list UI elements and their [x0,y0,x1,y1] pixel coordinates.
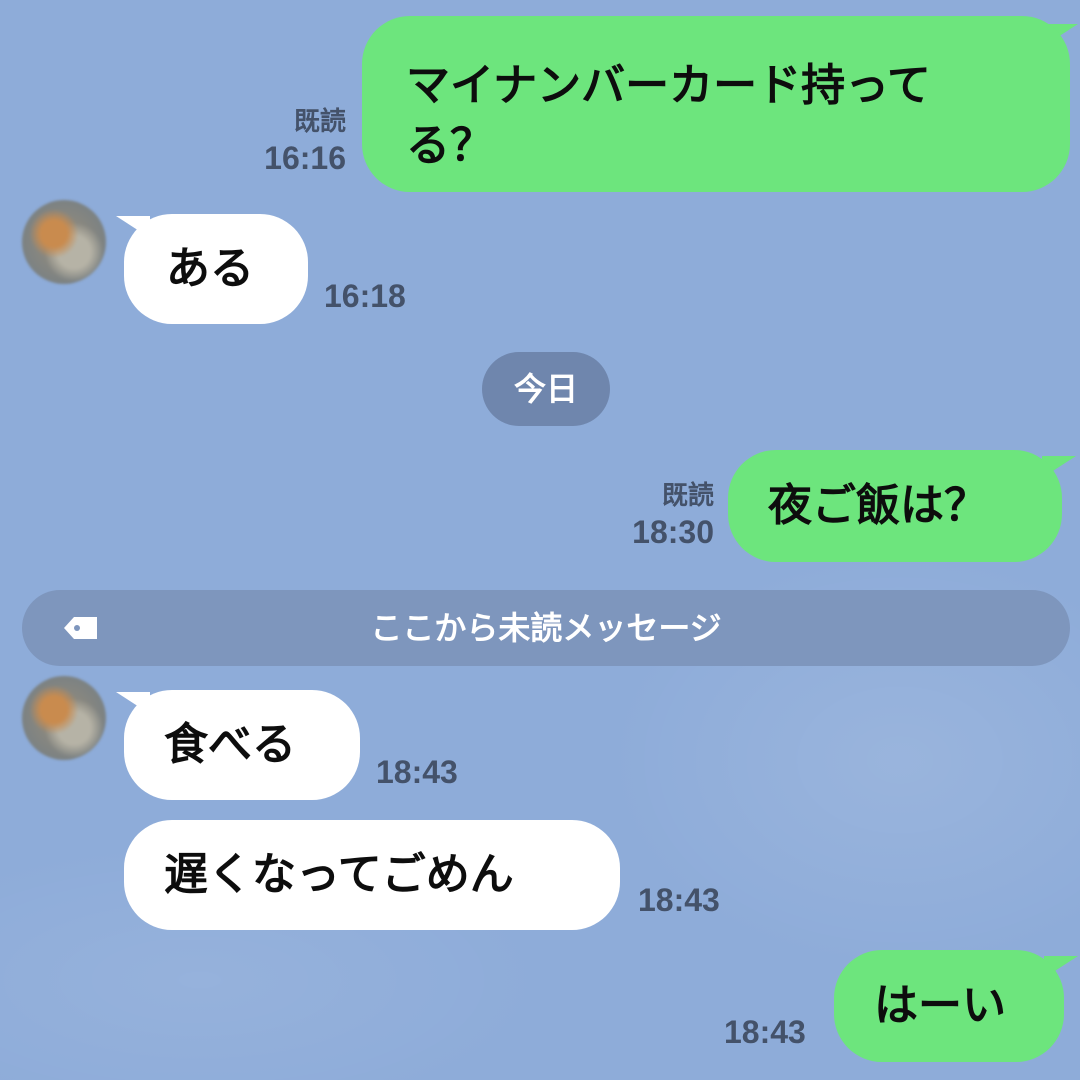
message-meta: 既読 16:16 [264,104,346,178]
unread-divider-label: ここから未読メッセージ [370,609,722,647]
message-text: 夜ご飯は？ [768,480,988,531]
message-time: 18:43 [638,882,720,918]
incoming-message-bubble[interactable]: 食べる [124,690,360,800]
message-text-line: マイナンバーカード持って [406,60,931,111]
message-time: 16:18 [324,278,406,314]
read-receipt: 既読 [661,480,714,510]
unread-messages-divider: ここから未読メッセージ [22,590,1070,666]
outgoing-message-bubble[interactable]: はーい [834,950,1064,1062]
contact-avatar[interactable] [22,676,106,760]
message-time: 18:43 [376,754,458,790]
message-time: 18:30 [632,514,714,550]
incoming-message-bubble[interactable]: 遅くなってごめん [124,820,620,930]
message-time: 16:16 [264,140,346,176]
outgoing-message-bubble[interactable]: 夜ご飯は？ [728,450,1062,562]
incoming-message-bubble[interactable]: ある [124,214,308,324]
read-receipt: 既読 [293,106,346,136]
message-text-line: る？ [406,120,494,171]
message-text: 食べる [164,719,296,770]
message-meta: 既読 18:30 [632,478,714,552]
contact-avatar[interactable] [22,200,106,284]
date-separator: 今日 [482,352,610,426]
message-text: 遅くなってごめん [164,849,514,900]
message-time: 18:43 [724,1014,806,1050]
message-text: ある [166,243,254,294]
outgoing-message-bubble[interactable]: マイナンバーカード持って る？ [362,16,1070,192]
message-text: はーい [874,980,1006,1031]
